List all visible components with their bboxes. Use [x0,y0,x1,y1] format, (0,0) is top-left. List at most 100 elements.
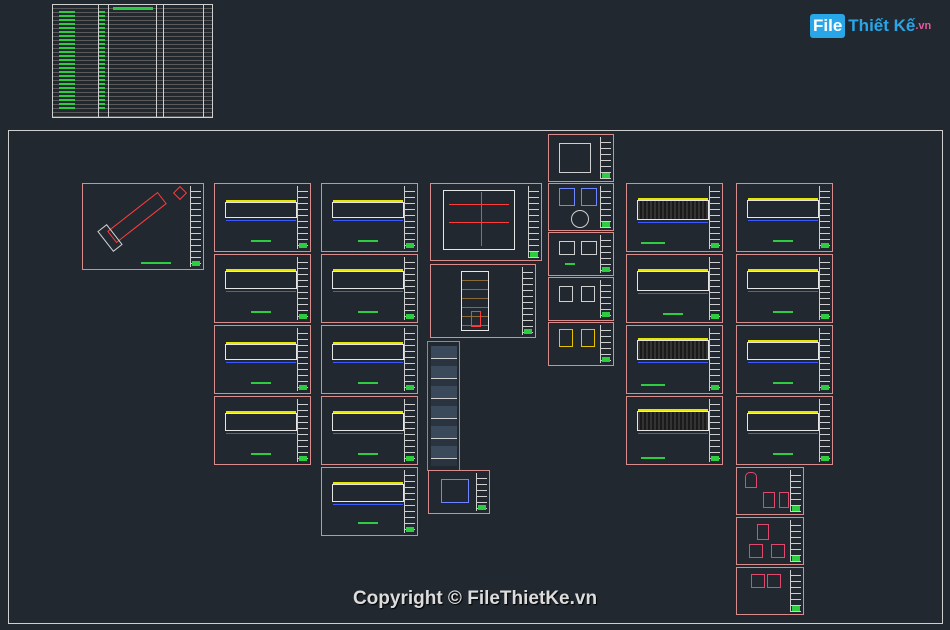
door-detail-sheet-1[interactable] [736,467,804,515]
sheet-6-2[interactable] [736,254,833,323]
index-green-column-2 [99,11,105,111]
watermark-suffix: .vn [915,20,932,32]
title-block-icon [297,399,308,462]
door-drawing-2 [767,574,781,588]
title-block-icon [790,470,801,512]
elevation-sheet[interactable] [430,264,536,338]
north-arrow-icon [172,185,188,201]
sheet-caption-line [773,382,793,384]
floor-plan-icon [332,269,404,292]
detail-drawing-2 [581,188,597,206]
floor-plan-icon [747,269,819,292]
door-drawing [745,472,757,488]
title-block-icon [404,257,415,320]
title-block-icon [522,267,533,335]
sheet-caption-line [641,384,665,386]
floor-plan-icon [747,340,819,363]
title-block-icon [404,470,415,533]
detail-drawing [559,241,575,255]
sheet-2-1[interactable] [321,183,418,252]
elevation-red-detail [471,311,481,327]
detail-sheet-3[interactable] [548,277,614,321]
title-block-icon [709,328,720,391]
index-green-column [59,11,75,111]
sheet-caption-line [358,522,378,524]
detail-sheet-2[interactable] [548,232,614,276]
floor-plan-icon [332,342,404,363]
detail-drawing [559,188,575,206]
floor-plan-icon [225,269,297,292]
detail-strip-sheet[interactable] [427,341,460,471]
title-block-icon [819,328,830,391]
sheet-6-4[interactable] [736,396,833,465]
small-plan [441,479,469,503]
detail-sheet-4[interactable] [548,322,614,366]
site-plan-sheet[interactable] [82,183,204,270]
sheet-caption-line [141,262,171,264]
watermark-file: File [810,14,846,38]
detail-drawing-2 [581,329,595,347]
sheet-5-2[interactable] [626,254,723,323]
sheet-caption-line [251,240,271,242]
title-block-icon [600,137,611,179]
sheet-5-1[interactable] [626,183,723,252]
detail-drawing [559,143,591,173]
sheet-caption-line [251,382,271,384]
title-block-icon [404,399,415,462]
sheet-caption-line [358,311,378,313]
title-block-icon [709,186,720,249]
door-drawing-2 [749,544,763,558]
sheet-1-2[interactable] [214,254,311,323]
sheet-caption-line [358,240,378,242]
sheet-2-4[interactable] [321,396,418,465]
sheet-6-1[interactable] [736,183,833,252]
floor-plan-icon [332,200,404,221]
section-red-line-2 [449,222,509,223]
sheet-caption-line [641,242,665,244]
detail-circle [571,210,589,228]
title-block-icon [819,399,830,462]
floor-plan-icon [747,198,819,221]
title-block-icon [600,325,611,363]
small-sheet[interactable] [428,470,490,514]
sheet-2-3[interactable] [321,325,418,394]
door-detail-sheet-2[interactable] [736,517,804,565]
section-sheet-1[interactable] [430,183,542,261]
detail-drawing-2 [581,241,597,255]
sheet-6-3[interactable] [736,325,833,394]
sheet-caption-line [251,453,271,455]
drawing-index-table[interactable] [52,4,213,118]
sheet-5-3[interactable] [626,325,723,394]
sheet-caption-line [773,240,793,242]
sheet-2-5[interactable] [321,467,418,536]
sheet-5-4[interactable] [626,396,723,465]
floor-plan-icon [332,411,404,434]
section-red-line-3 [481,192,482,246]
detail-drawing [559,286,573,302]
title-block-icon [297,186,308,249]
floor-plan-icon [637,269,709,294]
sheet-caption-line [773,453,793,455]
sheet-2-2[interactable] [321,254,418,323]
sheet-caption-line [773,311,793,313]
watermark-logo: File Thiết Kế.vn [810,14,931,42]
door-drawing [751,574,765,588]
title-block-icon [600,235,611,273]
sheet-caption-line [565,263,575,265]
title-block-icon [404,328,415,391]
sheet-caption-line [358,382,378,384]
sheet-caption-line [641,457,665,459]
door-drawing-3 [779,492,789,508]
floor-plan-icon [747,411,819,434]
section-drawing [443,190,515,250]
sheet-1-3[interactable] [214,325,311,394]
sheet-caption-line [358,453,378,455]
watermark-thietke: Thiết Kế [848,16,916,35]
sheet-1-1[interactable] [214,183,311,252]
title-block-icon [709,399,720,462]
sheet-1-4[interactable] [214,396,311,465]
detail-sheet-top[interactable] [548,134,614,182]
copyright-text: Copyright © FileThietKe.vn [352,588,598,609]
detail-sheet-1[interactable] [548,183,614,231]
title-block-icon [600,280,611,318]
